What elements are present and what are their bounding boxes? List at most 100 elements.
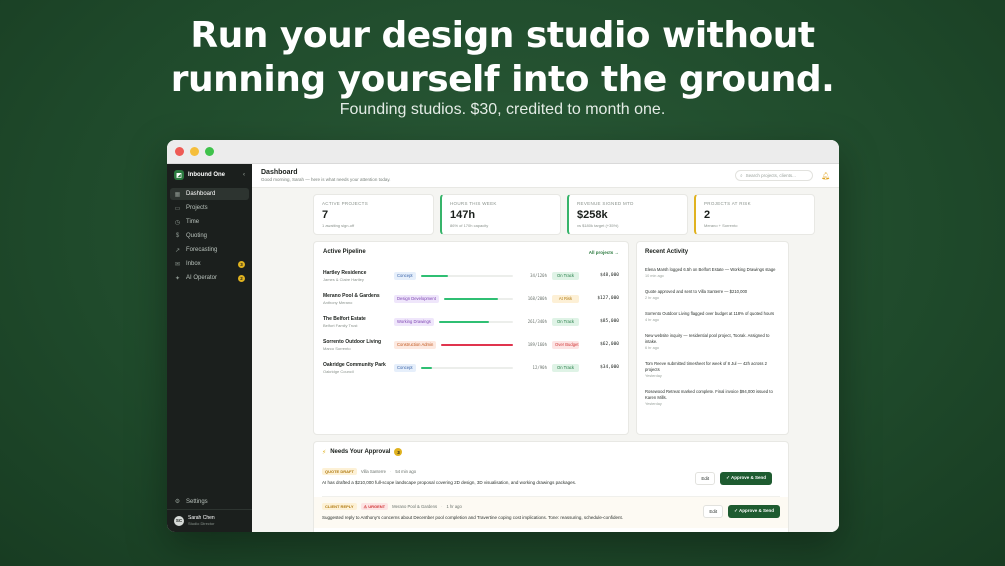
search-input[interactable]: ⌕ Search projects, clients... — [735, 170, 814, 181]
all-projects-link[interactable]: All projects → — [589, 250, 619, 255]
hero-heading: Run your design studio without running y… — [0, 14, 1005, 102]
pipeline-row[interactable]: Sorrento Outdoor Living Marco Sorrento Con… — [323, 333, 619, 356]
close-window-button[interactable] — [175, 147, 184, 156]
stage-badge: Working Drawings — [394, 317, 434, 326]
approval-time: 54 min ago — [395, 469, 417, 474]
project-client: James & Claire Hartley — [323, 276, 364, 282]
inbox-icon: ✉ — [174, 261, 181, 268]
sidebar-item-label: Quoting — [186, 233, 208, 239]
approval-row: QUOTE DRAFT Villa Santerre · 54 min ago … — [322, 466, 780, 497]
bell-icon[interactable]: 🔔︎ — [821, 172, 830, 180]
sidebar-item-projects[interactable]: ▭ Projects — [170, 202, 249, 214]
sidebar-item-inbox[interactable]: ✉ Inbox 3 — [170, 258, 249, 270]
activity-text: Rosewood Retreat marked complete. Final … — [645, 389, 773, 400]
sidebar-item-label: Settings — [186, 498, 208, 505]
approval-panel: ⚡︎ Needs Your Approval 3 QUOTE DRAFT Vil… — [313, 441, 789, 532]
project-value: $85,000 — [600, 319, 619, 324]
lightning-icon: ⚡︎ — [322, 449, 327, 456]
sidebar-header: ◩ Inbound One ‹ — [167, 164, 252, 188]
stage-badge: Design Development — [394, 294, 439, 303]
separator-dot: · — [389, 469, 392, 474]
hours-progress-bar — [420, 274, 513, 277]
collapse-sidebar-icon[interactable]: ‹ — [243, 172, 245, 178]
status-badge: On Track — [552, 271, 579, 280]
approval-client: Villa Santerre — [360, 469, 386, 474]
project-name: Sorrento Outdoor Living — [323, 338, 382, 345]
sidebar-item-ai-operator[interactable]: ✦ AI Operator 2 — [170, 272, 249, 284]
sidebar-item-label: Projects — [186, 205, 208, 211]
activity-item: Elena Marsh logged 6.5h on Belfort Estat… — [645, 267, 780, 278]
gear-icon: ⚙ — [174, 499, 181, 505]
activity-time: Yesterday — [645, 374, 662, 378]
main-content: Dashboard Good morning, Sarah — here is … — [252, 164, 839, 532]
sidebar-nav: ▦ Dashboard ▭ Projects ◷ Time $ Quoting … — [167, 188, 252, 284]
user-profile[interactable]: SC Sarah Chen Studio Director — [167, 509, 252, 532]
activity-time: 10 min ago — [645, 274, 664, 278]
hero-heading-line2: running yourself into the ground. — [170, 59, 835, 100]
approval-time: 1 hr ago — [446, 504, 462, 509]
hours-value: 168/200h — [527, 296, 547, 301]
maximize-window-button[interactable] — [205, 147, 214, 156]
hours-progress-bar — [441, 343, 513, 346]
project-info: Oakridge Community Park Oakridge Council — [323, 362, 394, 374]
project-info: Sorrento Outdoor Living Marco Sorrento — [323, 339, 394, 351]
activity-item: Tom Reeve submitted timesheet for week o… — [645, 361, 780, 378]
project-info: Hartley Residence James & Claire Hartley — [323, 270, 394, 282]
hero-subheading: Founding studios. $30, credited to month… — [339, 101, 666, 118]
stat-label: PROJECTS AT RISK — [704, 201, 751, 206]
approve-send-button[interactable]: ✓ Approve & Send — [728, 505, 780, 518]
hours-value: 261/340h — [527, 319, 547, 324]
search-icon: ⌕ — [740, 173, 743, 178]
stat-value: 147h — [450, 209, 476, 221]
hours-progress-bar — [420, 366, 513, 369]
pipeline-row[interactable]: The Belfort Estate Belfort Family Trust Wo… — [323, 310, 619, 333]
stat-label: ACTIVE PROJECTS — [322, 201, 369, 206]
page-title: Dashboard — [261, 169, 298, 176]
stat-value: $258k — [577, 209, 608, 221]
window-titlebar — [167, 140, 839, 164]
sidebar-item-label: Forecasting — [186, 247, 218, 253]
sidebar-item-forecasting[interactable]: ↗ Forecasting — [170, 244, 249, 256]
topbar: Dashboard Good morning, Sarah — here is … — [252, 164, 839, 188]
sidebar-item-label: AI Operator — [186, 275, 218, 281]
hours-progress-fill — [420, 274, 449, 277]
approve-send-button[interactable]: ✓ Approve & Send — [720, 472, 772, 485]
hours-value: 34/120h — [530, 273, 547, 278]
stat-card-revenue: REVENUE SIGNED MTD $258k vs $180k target… — [567, 194, 688, 235]
edit-button[interactable]: Edit — [695, 472, 716, 485]
sidebar-item-label: Inbox — [186, 261, 201, 267]
project-client: Belfort Family Trust — [323, 322, 358, 328]
pipeline-row[interactable]: Hartley Residence James & Claire Hartley C… — [323, 264, 619, 287]
pipeline-panel: Active Pipeline All projects → Hartley R… — [313, 241, 629, 435]
stat-value: 2 — [704, 209, 711, 221]
stage-badge: Concept — [394, 363, 416, 372]
sidebar-item-dashboard[interactable]: ▦ Dashboard — [170, 188, 249, 200]
minimize-window-button[interactable] — [190, 147, 199, 156]
stat-card-hours: HOURS THIS WEEK 147h 86% of 170h capacit… — [440, 194, 561, 235]
sidebar-item-time[interactable]: ◷ Time — [170, 216, 249, 228]
project-name: Oakridge Community Park — [323, 361, 386, 368]
stage-badge: Concept — [394, 271, 416, 280]
pipeline-row[interactable]: Merano Pool & Gardens Anthony Merano Desig… — [323, 287, 619, 310]
activity-text: Tom Reeve submitted timesheet for week o… — [645, 361, 767, 372]
project-name: Merano Pool & Gardens — [323, 292, 380, 299]
stat-note: vs $180k target (+35%) — [577, 223, 619, 228]
project-client: Anthony Merano — [323, 299, 353, 305]
sidebar-item-quoting[interactable]: $ Quoting — [170, 230, 249, 242]
clock-icon: ◷ — [174, 219, 181, 226]
grid-icon: ▦ — [174, 191, 181, 198]
sidebar: ◩ Inbound One ‹ ▦ Dashboard ▭ Projects ◷… — [167, 164, 252, 532]
project-value: $62,000 — [600, 342, 619, 347]
urgent-label: URGENT — [368, 504, 386, 509]
pipeline-row[interactable]: Oakridge Community Park Oakridge Council C… — [323, 356, 619, 379]
stat-label: REVENUE SIGNED MTD — [577, 201, 634, 206]
edit-button[interactable]: Edit — [703, 505, 724, 518]
hours-progress-fill — [441, 343, 513, 346]
client-reply-tag: CLIENT REPLY — [322, 503, 357, 510]
stat-note: Merano + Sorrento — [704, 223, 738, 228]
brand-name: Inbound One — [188, 172, 225, 178]
app-window: ◩ Inbound One ‹ ▦ Dashboard ▭ Projects ◷… — [167, 140, 839, 532]
project-info: The Belfort Estate Belfort Family Trust — [323, 316, 394, 328]
sidebar-item-settings[interactable]: ⚙ Settings — [167, 497, 252, 509]
avatar: SC — [174, 515, 184, 526]
